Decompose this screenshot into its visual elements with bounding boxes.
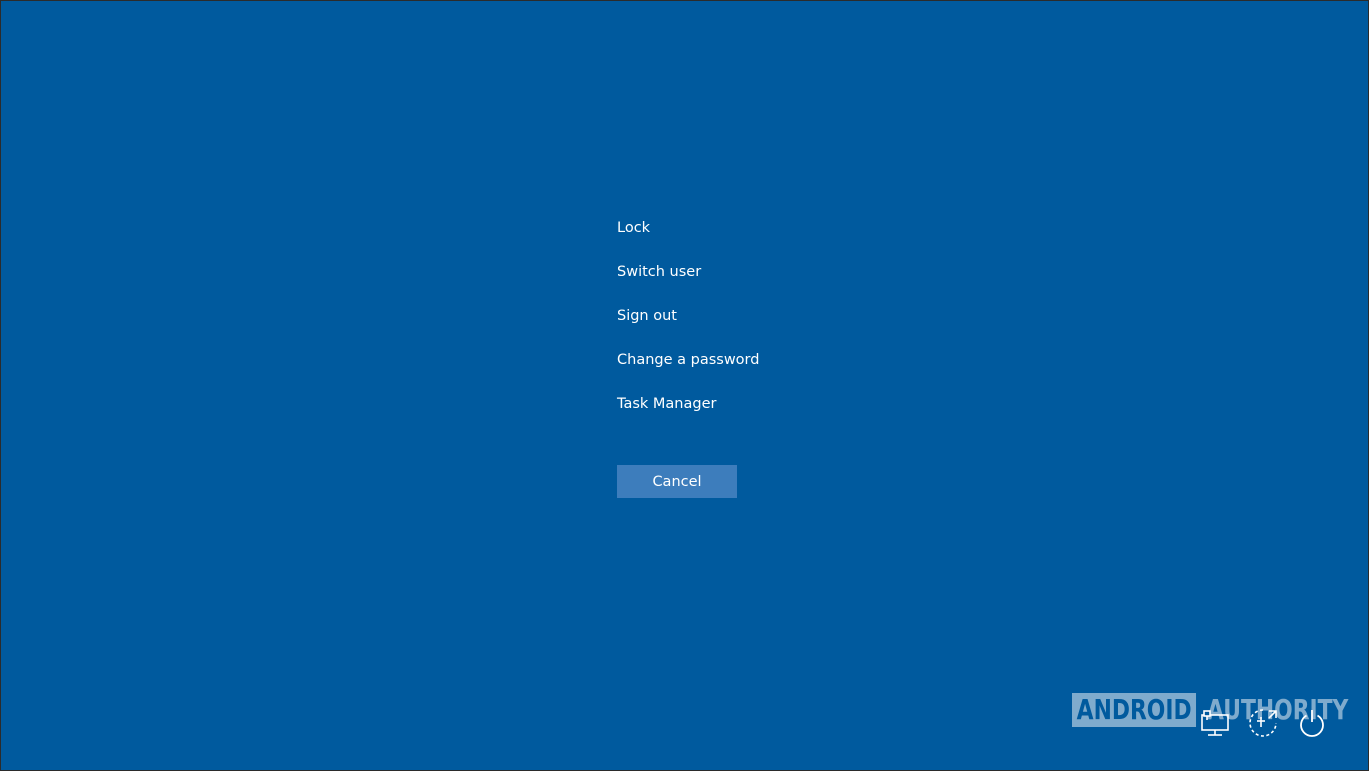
ease-of-access-icon[interactable] [1245, 705, 1281, 741]
task-manager-option[interactable]: Task Manager [617, 391, 877, 435]
lock-option[interactable]: Lock [617, 215, 877, 259]
secure-attention-screen: Lock Switch user Sign out Change a passw… [1, 1, 1368, 770]
switch-user-option[interactable]: Switch user [617, 259, 877, 303]
watermark-boxed-text: ANDROID [1072, 693, 1197, 727]
sign-out-option[interactable]: Sign out [617, 303, 877, 347]
cancel-button[interactable]: Cancel [617, 465, 737, 498]
change-password-option[interactable]: Change a password [617, 347, 877, 391]
power-icon[interactable] [1294, 705, 1330, 741]
options-list: Lock Switch user Sign out Change a passw… [617, 215, 877, 435]
network-icon[interactable] [1198, 705, 1234, 741]
